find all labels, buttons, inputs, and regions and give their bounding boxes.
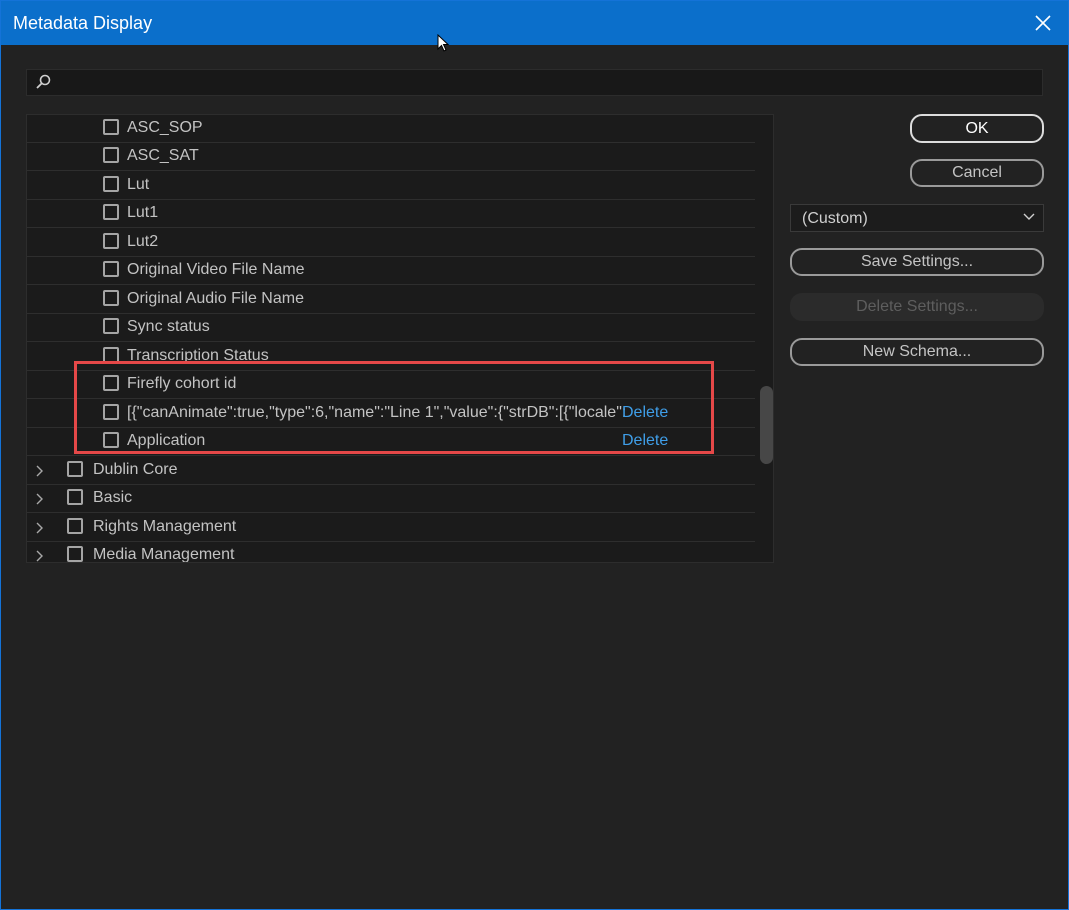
list-item[interactable]: Original Audio File Name [27,286,755,314]
list-item[interactable]: ASC_SOP [27,115,755,143]
search-input[interactable] [59,72,1033,95]
checkbox[interactable] [103,347,119,363]
title-bar: Metadata Display [1,1,1068,45]
checkbox[interactable] [103,318,119,334]
list-item-label: Transcription Status [127,347,269,364]
checkbox[interactable] [67,489,83,505]
group-row-basic[interactable]: Basic [27,485,755,513]
list-item[interactable]: Firefly cohort id [27,371,755,399]
new-schema-button[interactable]: New Schema... [790,338,1044,366]
list-item[interactable]: Original Video File Name [27,257,755,285]
group-label: Media Management [93,546,235,563]
preset-selected-value: (Custom) [802,210,868,227]
search-bar[interactable] [26,69,1043,96]
chevron-right-icon[interactable] [35,550,43,562]
checkbox[interactable] [103,375,119,391]
checkbox[interactable] [103,290,119,306]
list-item-label: Application [127,432,206,449]
list-item-label: Sync status [127,318,210,335]
mouse-cursor-icon [437,34,449,52]
dialog-title: Metadata Display [13,13,153,33]
list-item-label: Lut1 [127,204,159,221]
list-item-label: Lut [127,176,150,193]
checkbox[interactable] [103,204,119,220]
checkbox[interactable] [103,233,119,249]
list-item[interactable]: Transcription Status [27,343,755,371]
group-label: Basic [93,489,133,506]
list-item[interactable]: [{"canAnimate":true,"type":6,"name":"Lin… [27,400,755,428]
checkbox[interactable] [103,147,119,163]
checkbox[interactable] [67,546,83,562]
chevron-right-icon[interactable] [35,465,43,477]
list-scrollbar[interactable] [760,386,773,464]
checkbox[interactable] [103,176,119,192]
metadata-schema-list[interactable]: ASC_SOP ASC_SAT Lut Lut1 Lut2 Original V… [26,114,774,563]
list-item-label: Lut2 [127,233,159,250]
checkbox[interactable] [103,119,119,135]
group-row-dublin-core[interactable]: Dublin Core [27,457,755,485]
list-item[interactable]: Lut [27,172,755,200]
list-item-label: [{"canAnimate":true,"type":6,"name":"Lin… [127,404,627,421]
chevron-right-icon[interactable] [35,493,43,505]
group-row-media-management[interactable]: Media Management [27,542,755,563]
close-button[interactable] [1018,1,1068,45]
checkbox[interactable] [67,518,83,534]
delete-settings-button: Delete Settings... [790,293,1044,321]
list-item-label: Original Video File Name [127,261,305,278]
list-item-label: Original Audio File Name [127,290,304,307]
delete-link[interactable]: Delete [622,432,668,450]
group-label: Rights Management [93,518,237,535]
list-item[interactable]: Lut2 [27,229,755,257]
checkbox[interactable] [67,461,83,477]
delete-link[interactable]: Delete [622,404,668,422]
metadata-display-dialog: Metadata Display ASC_SOP ASC_SAT Lut Lut… [0,0,1069,910]
preset-dropdown[interactable]: (Custom) [790,204,1044,232]
search-icon [36,74,51,89]
close-icon [1035,15,1051,31]
list-item-label: Firefly cohort id [127,375,237,392]
save-settings-button[interactable]: Save Settings... [790,248,1044,276]
list-item[interactable]: ASC_SAT [27,143,755,171]
chevron-down-icon [1023,213,1035,220]
checkbox[interactable] [103,261,119,277]
list-item-label: ASC_SOP [127,119,203,136]
list-item[interactable]: Lut1 [27,200,755,228]
group-row-rights-management[interactable]: Rights Management [27,514,755,542]
checkbox[interactable] [103,432,119,448]
list-item[interactable]: Application Delete [27,428,755,456]
chevron-right-icon[interactable] [35,522,43,534]
list-item-label: ASC_SAT [127,147,199,164]
checkbox[interactable] [103,404,119,420]
group-label: Dublin Core [93,461,178,478]
ok-button[interactable]: OK [910,114,1044,143]
cancel-button[interactable]: Cancel [910,159,1044,187]
list-item[interactable]: Sync status [27,314,755,342]
